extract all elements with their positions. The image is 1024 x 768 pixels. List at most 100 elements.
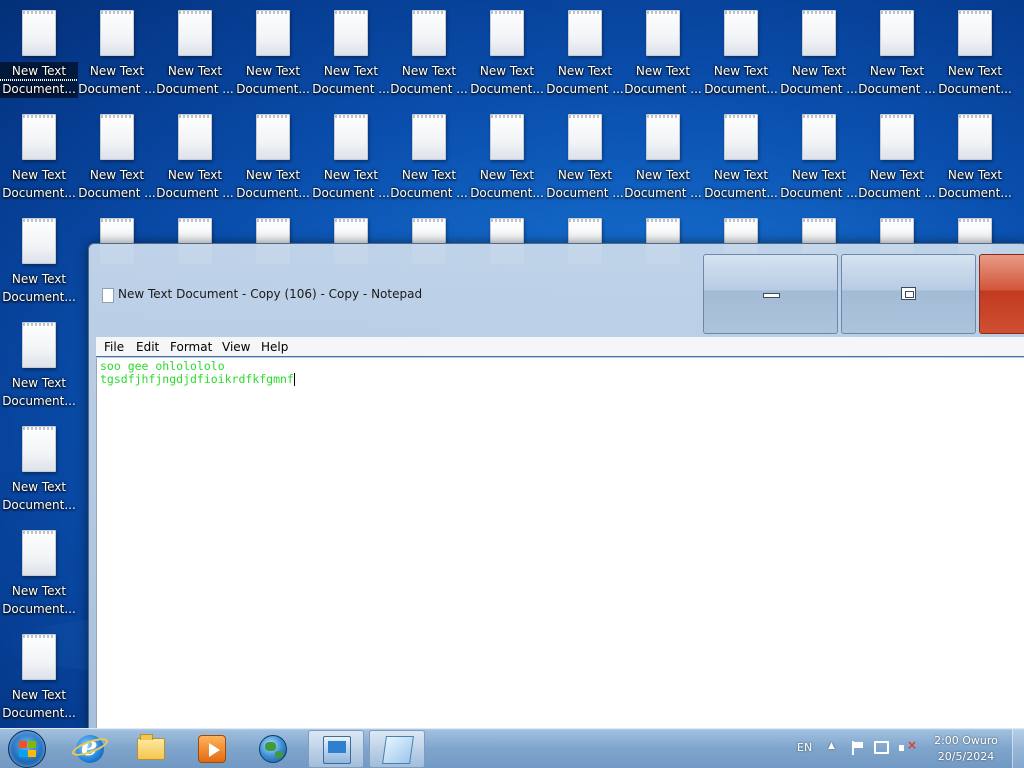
desktop-icon-text-document[interactable]: New Text Document... [936,104,1014,208]
text-document-icon [22,426,56,472]
remote-desktop-button[interactable] [308,730,364,768]
desktop-icon-label: New Text Document ... [780,168,858,200]
menu-format[interactable]: Format [170,340,212,354]
editor-line-1: soo gee ohlolololo [100,359,225,373]
desktop-icon-text-document[interactable]: New Text Document... [702,0,780,104]
desktop-icon-text-document[interactable]: New Text Document... [468,0,546,104]
desktop-icon-label: New Text Document ... [858,168,936,200]
desktop-icon-label: New Text Document ... [312,168,390,200]
desktop-icon-text-document[interactable]: New Text Document... [0,0,78,104]
desktop-icon-text-document[interactable]: New Text Document... [234,104,312,208]
desktop-icon-text-document[interactable]: New Text Document... [0,416,78,520]
media-player-button[interactable] [184,730,240,768]
globe-network-button[interactable] [245,730,301,768]
text-document-icon [490,114,524,160]
action-center-flag-icon[interactable] [851,741,864,755]
text-document-icon [724,10,758,56]
text-editor-area[interactable]: soo gee ohlolololo tgsdfjhfjngdjdfioikrd… [96,358,1024,730]
text-document-icon [22,530,56,576]
desktop-icon-label: New Text Document ... [858,64,936,96]
desktop-icon-text-document[interactable]: New Text Document ... [390,104,468,208]
desktop-icon-label: New Text Document ... [390,64,468,96]
text-document-icon [256,10,290,56]
file-explorer-button[interactable] [123,730,179,768]
desktop-icon-label: New Text Document... [938,168,1012,200]
desktop-icon-text-document[interactable]: New Text Document ... [546,0,624,104]
maximize-button[interactable] [841,254,976,334]
desktop-icon-label: New Text Document ... [78,168,156,200]
close-button[interactable] [979,254,1024,334]
text-document-icon [646,114,680,160]
globe-network-icon [259,735,287,763]
menu-bar: File Edit Format View Help [96,337,1024,357]
network-icon[interactable] [874,741,889,754]
window-title: New Text Document - Copy (106) - Copy - … [118,287,423,301]
desktop-icon-label: New Text Document... [2,688,76,720]
text-document-icon [958,114,992,160]
desktop-icon-label: New Text Document... [2,272,76,304]
desktop-icon-label: New Text Document... [704,168,778,200]
text-document-icon [100,10,134,56]
desktop-icon-text-document[interactable]: New Text Document ... [78,104,156,208]
text-document-icon [22,10,56,56]
text-document-icon [178,114,212,160]
desktop-icon-text-document[interactable]: New Text Document ... [624,104,702,208]
desktop-icon-text-document[interactable]: New Text Document ... [312,0,390,104]
desktop-icon-label: New Text Document... [470,64,544,96]
clock-date: 20/5/2024 [937,750,995,763]
text-document-icon [100,114,134,160]
minimize-button[interactable] [703,254,838,334]
desktop-icon-text-document[interactable]: New Text Document... [0,208,78,312]
desktop-icon-label: New Text Document ... [390,168,468,200]
desktop-icon-label: New Text Document... [2,480,76,512]
desktop-icon-text-document[interactable]: New Text Document ... [390,0,468,104]
text-document-icon [22,114,56,160]
desktop-icon-text-document[interactable]: New Text Document... [0,312,78,416]
desktop-icon-text-document[interactable]: New Text Document ... [858,104,936,208]
menu-view[interactable]: View [222,340,250,354]
clock[interactable]: 2:00 Owuro 20/5/2024 [926,733,1006,765]
desktop-icon-label: New Text Document... [704,64,778,96]
menu-file[interactable]: File [104,340,124,354]
desktop-icon-text-document[interactable]: New Text Document ... [156,0,234,104]
menu-help[interactable]: Help [261,340,288,354]
text-document-icon [22,322,56,368]
desktop-icon-text-document[interactable]: New Text Document ... [156,104,234,208]
desktop-icon-text-document[interactable]: New Text Document ... [780,104,858,208]
desktop-icon-text-document[interactable]: New Text Document... [0,520,78,624]
notepad-taskbar-button[interactable] [369,730,425,768]
desktop-icon-text-document[interactable]: New Text Document ... [78,0,156,104]
text-document-icon [880,10,914,56]
desktop-icon-text-document[interactable]: New Text Document... [0,624,78,728]
desktop-icon-text-document[interactable]: New Text Document ... [546,104,624,208]
desktop-icon-text-document[interactable]: New Text Document... [234,0,312,104]
desktop-icon-text-document[interactable]: New Text Document ... [312,104,390,208]
text-document-icon [256,114,290,160]
desktop-icon-text-document[interactable]: New Text Document... [702,104,780,208]
menu-edit[interactable]: Edit [136,340,159,354]
remote-desktop-icon [323,736,351,764]
desktop-icon-label: New Text Document... [938,64,1012,96]
language-indicator[interactable]: EN [797,741,812,754]
volume-muted-icon[interactable] [899,738,917,755]
internet-explorer-button[interactable] [62,730,118,768]
show-desktop-button[interactable] [1012,729,1024,768]
start-button[interactable] [8,730,46,768]
desktop-icon-text-document[interactable]: New Text Document... [468,104,546,208]
show-hidden-icons-arrow[interactable]: ▲ [828,741,835,751]
desktop-icon-label: New Text Document... [0,62,78,98]
desktop-icon-text-document[interactable]: New Text Document... [936,0,1014,104]
text-document-icon [568,114,602,160]
minimize-icon [763,293,780,298]
desktop-icon-text-document[interactable]: New Text Document... [0,104,78,208]
editor-line-2: tgsdfjhfjngdjdfioikrdfkfgmnf [100,372,294,386]
desktop-icon-text-document[interactable]: New Text Document ... [624,0,702,104]
desktop-icon-label: New Text Document ... [624,64,702,96]
taskbar: EN ▲ 2:00 Owuro 20/5/2024 [0,728,1024,768]
desktop-icon-text-document[interactable]: New Text Document ... [780,0,858,104]
notepad-icon [382,736,414,764]
notepad-window[interactable]: New Text Document - Copy (106) - Copy - … [88,243,1024,731]
text-document-icon [412,114,446,160]
desktop-icon-text-document[interactable]: New Text Document ... [858,0,936,104]
title-bar[interactable]: New Text Document - Copy (106) - Copy - … [89,244,1024,339]
